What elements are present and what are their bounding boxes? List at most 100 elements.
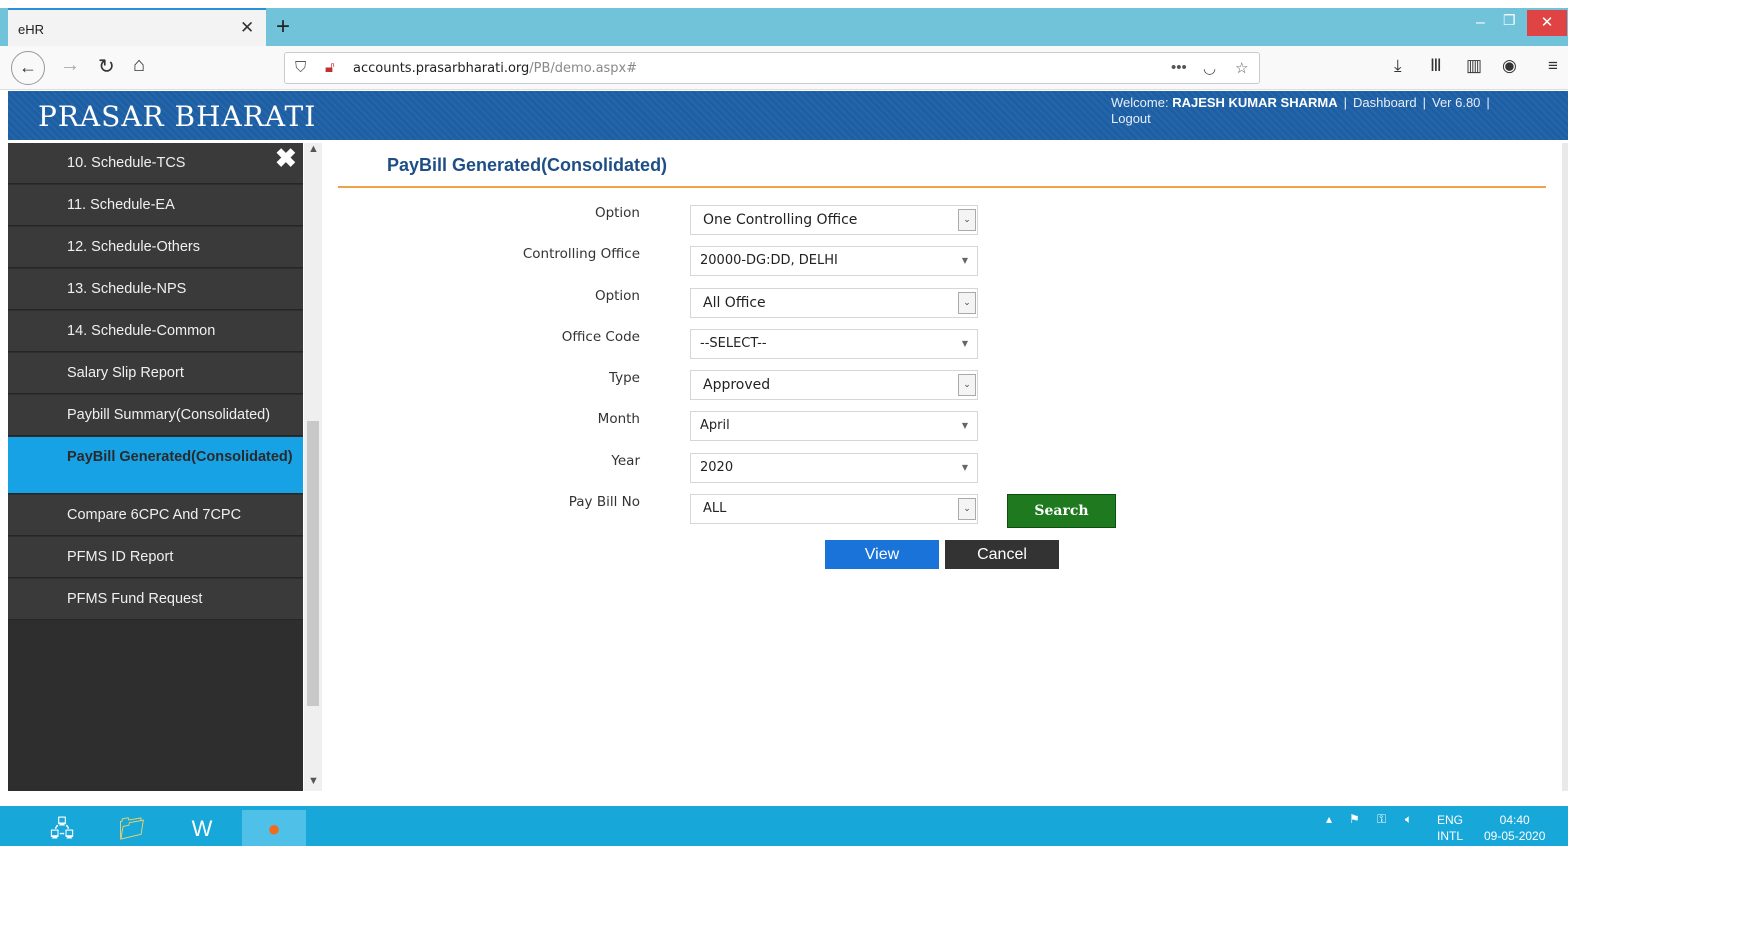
sidebar-menu: 10. Schedule-TCS 11. Schedule-EA 12. Sch…	[8, 143, 303, 791]
option-label: Option	[594, 205, 640, 221]
sidebar-item-compare-cpc[interactable]: Compare 6CPC And 7CPC	[8, 495, 303, 536]
sidebar-item-schedule-nps[interactable]: 13. Schedule-NPS	[8, 269, 303, 310]
pocket-icon[interactable]: ◡	[1203, 59, 1216, 77]
pay-bill-no-value: ALL	[703, 501, 727, 516]
controlling-office-label: Controlling Office	[522, 246, 640, 262]
sidebar-item-paybill-generated[interactable]: PayBill Generated(Consolidated)	[8, 437, 303, 494]
chevron-down-icon[interactable]: ⌄	[958, 498, 976, 520]
office-code-select[interactable]: --SELECT-- ▼	[690, 329, 978, 359]
view-button[interactable]: View	[825, 540, 939, 569]
network-icon[interactable]: ⚿	[1377, 812, 1386, 827]
month-select[interactable]: April ▼	[690, 411, 978, 441]
window-close-icon[interactable]: ✕	[1527, 10, 1567, 36]
file-explorer-icon[interactable]: 📁︎	[100, 810, 164, 848]
dropdown-arrow-icon[interactable]: ▼	[962, 463, 968, 472]
dashboard-link[interactable]: Dashboard	[1353, 95, 1417, 110]
network-computer-icon[interactable]: 🖧︎	[30, 810, 94, 848]
reload-icon[interactable]: ↻	[98, 54, 115, 79]
chevron-down-icon[interactable]: ⌄	[958, 374, 976, 396]
sidebar-item-schedule-tcs[interactable]: 10. Schedule-TCS	[8, 143, 303, 184]
minimize-icon[interactable]: –	[1476, 14, 1485, 32]
page-title: PayBill Generated(Consolidated)	[387, 155, 668, 175]
type-select[interactable]: Approved ⌄	[690, 370, 978, 400]
shield-icon[interactable]: ⛉	[295, 59, 306, 76]
dropdown-arrow-icon[interactable]: ▼	[962, 339, 968, 348]
option-2-value: All Office	[703, 295, 766, 311]
flag-icon[interactable]: ⚑	[1349, 812, 1360, 826]
volume-icon[interactable]: 🔈︎	[1405, 812, 1412, 827]
year-select[interactable]: 2020 ▼	[690, 453, 978, 483]
user-info: Welcome: RAJESH KUMAR SHARMA | Dashboard | V…	[1111, 95, 1490, 126]
cancel-button[interactable]: Cancel	[945, 540, 1059, 569]
pay-bill-no-label: Pay Bill No	[568, 494, 640, 510]
type-value: Approved	[703, 377, 771, 393]
bookmark-star-icon[interactable]: ☆	[1235, 59, 1248, 77]
main-scrollbar[interactable]	[1562, 143, 1568, 791]
sidebar-item-schedule-others[interactable]: 12. Schedule-Others	[8, 227, 303, 268]
dropdown-arrow-icon[interactable]: ▼	[962, 256, 968, 265]
type-label: Type	[608, 370, 640, 386]
screen: eHR ✕ + – ❐ ✕ ← → ↻ ⌂ ⛉ 🔓︎ accounts.pras…	[0, 0, 1758, 949]
home-icon[interactable]: ⌂	[133, 54, 145, 77]
word-icon[interactable]: W	[170, 810, 234, 848]
sidebar-item-schedule-common[interactable]: 14. Schedule-Common	[8, 311, 303, 352]
office-code-value: --SELECT--	[700, 336, 767, 351]
search-paybill-button[interactable]: Search Paybill	[1007, 494, 1116, 551]
sidebar-scrollbar[interactable]: ▲ ▼	[304, 143, 322, 791]
tab-title: eHR	[18, 22, 45, 37]
logout-link[interactable]: Logout	[1111, 111, 1151, 126]
main-content: PayBill Generated(Consolidated) Option O…	[322, 143, 1568, 791]
download-icon[interactable]: ⤓	[1394, 56, 1402, 76]
sidebar-scroll-thumb[interactable]	[307, 421, 319, 706]
account-icon[interactable]: ◉	[1502, 56, 1517, 76]
back-icon[interactable]: ←	[11, 51, 45, 85]
dropdown-arrow-icon[interactable]: ▼	[962, 421, 968, 430]
forward-icon[interactable]: →	[60, 54, 80, 77]
clock-date: 09-05-2020	[1484, 829, 1546, 843]
sidebar-item-pfms-id-report[interactable]: PFMS ID Report	[8, 537, 303, 578]
clock-time: 04:40	[1499, 813, 1530, 827]
year-value: 2020	[700, 460, 734, 475]
sidebar-item-paybill-summary[interactable]: Paybill Summary(Consolidated)	[8, 395, 303, 436]
taskbar-clock[interactable]: 04:40 09-05-2020	[1484, 812, 1545, 844]
scroll-up-icon[interactable]: ▲	[308, 143, 319, 155]
close-tab-icon[interactable]: ✕	[240, 18, 254, 38]
title-divider	[338, 186, 1546, 188]
chevron-down-icon[interactable]: ⌄	[958, 292, 976, 314]
option-select[interactable]: One Controlling Office ⌄	[690, 205, 978, 235]
lang-layout: INTL	[1437, 829, 1464, 843]
browser-tab[interactable]: eHR ✕	[8, 8, 266, 46]
pay-bill-no-select[interactable]: ALL ⌄	[690, 494, 978, 524]
restore-icon[interactable]: ❐	[1503, 12, 1516, 29]
insecure-lock-icon[interactable]: 🔓︎	[325, 59, 335, 76]
tray-up-icon[interactable]: ▴	[1326, 812, 1332, 826]
welcome-label: Welcome:	[1111, 95, 1169, 110]
menu-icon[interactable]: ≡	[1548, 56, 1558, 76]
sidebar-item-schedule-ea[interactable]: 11. Schedule-EA	[8, 185, 303, 226]
option-2-select[interactable]: All Office ⌄	[690, 288, 978, 318]
controlling-office-select[interactable]: 20000-DG:DD, DELHI ▼	[690, 246, 978, 276]
firefox-icon[interactable]: ●	[242, 810, 306, 848]
address-bar[interactable]: ⛉ 🔓︎ accounts.prasarbharati.org/PB/demo.…	[284, 52, 1260, 84]
more-actions-icon[interactable]: •••	[1171, 59, 1187, 76]
library-icon[interactable]: Ⅲ	[1430, 56, 1442, 76]
brand-logo: PRASAR BHARATI	[38, 100, 317, 133]
year-label: Year	[611, 453, 640, 469]
chevron-down-icon[interactable]: ⌄	[958, 209, 976, 231]
office-code-label: Office Code	[561, 329, 640, 345]
app-header: PRASAR BHARATI Welcome: RAJESH KUMAR SHA…	[8, 91, 1568, 140]
sidebar-toggle-icon[interactable]: ▥	[1466, 56, 1482, 76]
url-text: accounts.prasarbharati.org/PB/demo.aspx#	[353, 61, 638, 76]
lang-code: ENG	[1437, 813, 1464, 827]
sidebar-close-icon[interactable]: ✖	[275, 143, 297, 174]
month-value: April	[700, 418, 730, 433]
language-indicator[interactable]: ENG INTL	[1437, 812, 1463, 844]
month-label: Month	[597, 411, 640, 427]
scroll-down-icon[interactable]: ▼	[308, 775, 319, 787]
new-tab-icon[interactable]: +	[276, 13, 290, 41]
screen-bottom-area	[0, 846, 1758, 949]
sidebar-item-pfms-fund-request[interactable]: PFMS Fund Request	[8, 579, 303, 620]
browser-tab-bar: eHR ✕ + – ❐ ✕	[0, 8, 1568, 46]
option-2-label: Option	[594, 288, 640, 304]
sidebar-item-salary-slip-report[interactable]: Salary Slip Report	[8, 353, 303, 394]
